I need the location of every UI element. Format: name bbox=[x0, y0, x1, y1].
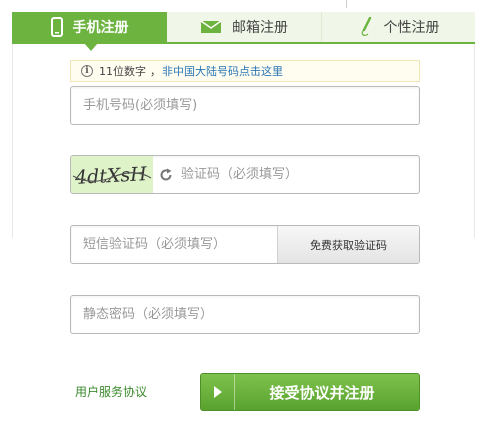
top-divider bbox=[346, 0, 347, 8]
sms-code-field: 免费获取验证码 bbox=[70, 225, 420, 264]
user-agreement-link[interactable]: 用户服务协议 bbox=[75, 383, 147, 400]
captcha-text: 4dtXsH bbox=[73, 163, 147, 189]
accept-and-register-button[interactable]: 接受协议并注册 bbox=[200, 373, 420, 411]
hint-text: 11位数字 bbox=[99, 65, 146, 78]
phone-input[interactable] bbox=[71, 87, 419, 124]
captcha-input[interactable] bbox=[179, 156, 419, 193]
tab-label: 邮箱注册 bbox=[232, 20, 288, 36]
non-mainland-number-link[interactable]: 非中国大陆号码点击这里 bbox=[162, 63, 283, 79]
phone-field bbox=[70, 86, 420, 125]
password-field bbox=[70, 295, 420, 334]
refresh-icon[interactable] bbox=[153, 168, 179, 182]
password-input[interactable] bbox=[71, 296, 419, 333]
captcha-field: 4dtXsH bbox=[70, 155, 420, 194]
tab-label: 手机注册 bbox=[72, 20, 129, 36]
hint-separator: ， bbox=[150, 65, 161, 78]
tab-phone-register[interactable]: 手机注册 bbox=[12, 12, 167, 51]
phone-hint: i 11位数字 ， 非中国大陆号码点击这里 bbox=[70, 60, 420, 82]
pen-icon bbox=[358, 17, 374, 37]
info-icon: i bbox=[81, 65, 93, 77]
get-sms-code-button[interactable]: 免费获取验证码 bbox=[277, 226, 419, 263]
sms-code-input[interactable] bbox=[71, 226, 277, 263]
panel-frame bbox=[12, 12, 475, 238]
tab-custom-register[interactable]: 个性注册 bbox=[322, 12, 475, 42]
tab-label: 个性注册 bbox=[383, 20, 440, 36]
captcha-image[interactable]: 4dtXsH bbox=[71, 156, 153, 193]
register-tabs: 手机注册 邮箱注册 个性注册 bbox=[12, 12, 475, 51]
envelope-icon bbox=[200, 20, 222, 34]
submit-label: 接受协议并注册 bbox=[269, 383, 375, 402]
phone-icon bbox=[50, 17, 63, 37]
play-icon bbox=[201, 374, 235, 410]
tab-email-register[interactable]: 邮箱注册 bbox=[167, 12, 322, 42]
active-tab-pointer bbox=[84, 43, 98, 51]
